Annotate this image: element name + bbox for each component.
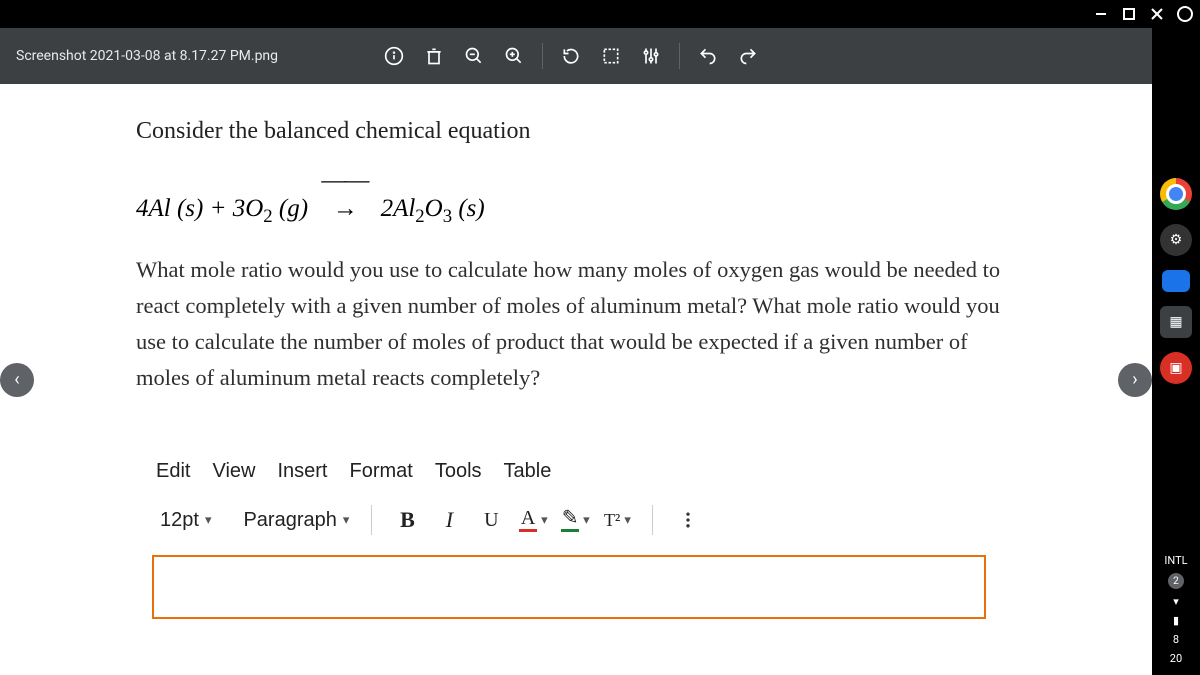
eq-subscript: 3 — [443, 206, 452, 227]
chevron-down-icon: ▾ — [624, 512, 631, 528]
system-tray[interactable]: INTL 2 ▾ ▮ 8 20 — [1164, 554, 1187, 675]
delete-icon[interactable] — [416, 38, 452, 74]
menu-format[interactable]: Format — [350, 460, 413, 483]
battery-icon: ▮ — [1173, 614, 1179, 627]
file-name: Screenshot 2021-03-08 at 8.17.27 PM.png — [10, 48, 278, 64]
underline-button[interactable]: U — [474, 503, 508, 537]
highlight-button[interactable]: ✎ ▾ — [558, 503, 592, 537]
toolbar-separator — [371, 505, 372, 535]
chemical-equation: 4Al (s) + 3O2 (g) ——→ 2Al2O3 (s) — [136, 167, 1002, 228]
adjust-icon[interactable] — [633, 38, 669, 74]
notification-badge: 2 — [1168, 573, 1184, 589]
redo-icon[interactable] — [730, 38, 766, 74]
question-body: What mole ratio would you use to calcula… — [136, 252, 1002, 396]
chevron-down-icon: ▾ — [541, 512, 548, 528]
clock-hour: 8 — [1173, 633, 1179, 646]
clock-min: 20 — [1170, 652, 1182, 665]
eq-term: 4Al (s) — [136, 195, 203, 222]
account-circle-icon[interactable] — [1176, 5, 1194, 23]
eq-arrow: ——→ — [314, 167, 374, 223]
editor-format-toolbar: 12pt ▾ Paragraph ▾ B I U A ▾ ✎ ▾ — [152, 497, 986, 555]
editor-menubar: Edit View Insert Format Tools Table — [152, 454, 986, 497]
font-color-button[interactable]: A ▾ — [516, 503, 550, 537]
chevron-down-icon: ▾ — [583, 512, 590, 528]
chevron-down-icon: ▾ — [205, 512, 212, 528]
menu-view[interactable]: View — [212, 460, 255, 483]
toolbar-separator — [542, 43, 543, 69]
bold-button[interactable]: B — [390, 503, 424, 537]
os-dock: ⚙ ▦ ▣ INTL 2 ▾ ▮ 8 20 — [1152, 28, 1200, 675]
page-content: Consider the balanced chemical equation … — [106, 84, 1046, 675]
menu-table[interactable]: Table — [504, 460, 552, 483]
rich-text-editor: Edit View Insert Format Tools Table 12pt… — [136, 454, 1002, 619]
files-app-icon[interactable] — [1162, 270, 1190, 292]
font-size-value: 12pt — [160, 509, 199, 532]
eq-term: 2Al — [374, 195, 415, 222]
superscript-button[interactable]: T² ▾ — [600, 503, 634, 537]
undo-icon[interactable] — [690, 38, 726, 74]
eq-subscript: 2 — [263, 206, 272, 227]
t2-label: T² — [604, 510, 620, 531]
eq-term: O — [425, 195, 443, 222]
paragraph-style-value: Paragraph — [243, 509, 336, 532]
keyboard-indicator: INTL — [1164, 554, 1187, 567]
chrome-app-icon[interactable] — [1160, 178, 1192, 210]
settings-app-icon[interactable]: ⚙ — [1160, 224, 1192, 256]
close-button[interactable] — [1148, 5, 1166, 23]
editor-input-area[interactable] — [152, 555, 986, 619]
eq-plus: + — [203, 195, 232, 222]
prev-image-button[interactable]: ‹ — [0, 363, 34, 397]
eq-state: (g) — [273, 195, 308, 222]
more-format-icon[interactable] — [671, 503, 705, 537]
paragraph-style-dropdown[interactable]: Paragraph ▾ — [239, 507, 353, 534]
menu-insert[interactable]: Insert — [277, 460, 327, 483]
chevron-down-icon: ▾ — [343, 512, 350, 528]
crop-icon[interactable] — [593, 38, 629, 74]
minimize-button[interactable] — [1092, 5, 1110, 23]
next-image-button[interactable]: › — [1118, 363, 1152, 397]
italic-button[interactable]: I — [432, 503, 466, 537]
menu-edit[interactable]: Edit — [156, 460, 190, 483]
info-icon[interactable] — [376, 38, 412, 74]
eq-term: 3O — [233, 195, 264, 222]
eq-state: (s) — [452, 195, 485, 222]
zoom-in-icon[interactable] — [496, 38, 532, 74]
content-area: ‹ › Consider the balanced chemical equat… — [0, 84, 1152, 675]
rotate-icon[interactable] — [553, 38, 589, 74]
eq-subscript: 2 — [415, 206, 424, 227]
font-size-dropdown[interactable]: 12pt ▾ — [156, 507, 215, 534]
zoom-out-icon[interactable] — [456, 38, 492, 74]
toolbar-separator — [679, 43, 680, 69]
app-icon[interactable]: ▦ — [1160, 306, 1192, 338]
menu-tools[interactable]: Tools — [435, 460, 482, 483]
gallery-app-icon[interactable]: ▣ — [1160, 352, 1192, 384]
question-title: Consider the balanced chemical equation — [136, 118, 1002, 145]
viewer-toolbar: Screenshot 2021-03-08 at 8.17.27 PM.png — [0, 28, 1200, 84]
wifi-icon: ▾ — [1173, 595, 1179, 608]
maximize-button[interactable] — [1120, 5, 1138, 23]
window-title-bar — [0, 0, 1200, 28]
toolbar-separator — [652, 505, 653, 535]
